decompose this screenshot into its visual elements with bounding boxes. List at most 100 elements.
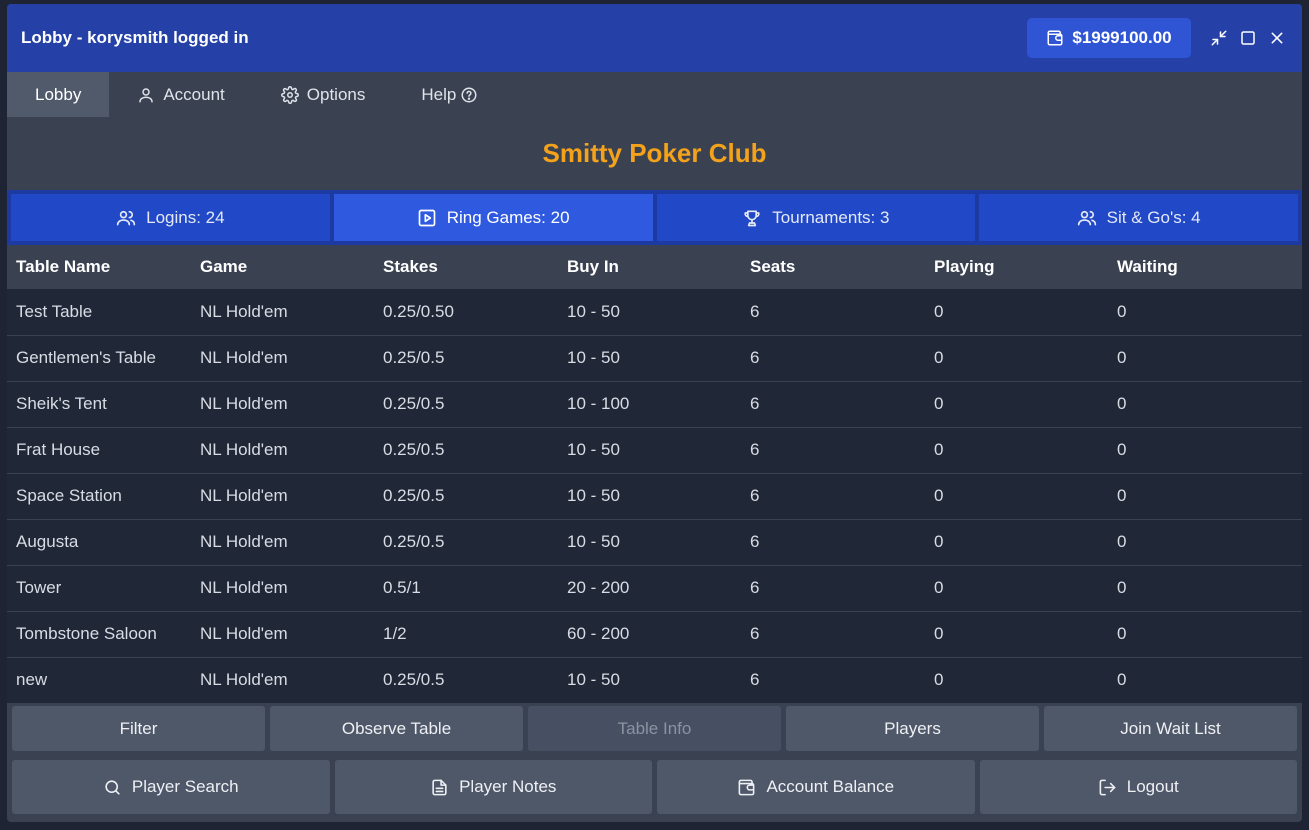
- play-icon: [417, 208, 437, 228]
- cell: 0: [934, 532, 944, 551]
- cell: 10 - 50: [567, 348, 620, 367]
- balance-button[interactable]: $1999100.00: [1027, 18, 1191, 58]
- cell: 0.25/0.5: [383, 348, 445, 367]
- menu-lobby-label: Lobby: [35, 84, 82, 104]
- filter-button[interactable]: Filter: [12, 706, 265, 751]
- menu-options-label: Options: [306, 84, 366, 104]
- cell: 6: [750, 440, 760, 459]
- tab-ring-games-label: Ring Games: 20: [446, 207, 570, 227]
- club-title: Smitty Poker Club: [542, 138, 767, 168]
- table-row[interactable]: Test Table NL Hold'em 0.25/0.50 10 - 50 6 0 0: [7, 289, 1302, 335]
- observe-table-button[interactable]: Observe Table: [270, 706, 523, 751]
- menu-lobby[interactable]: Lobby: [7, 72, 110, 117]
- cell: NL Hold'em: [200, 394, 288, 413]
- table-row[interactable]: Tombstone Saloon NL Hold'em 1/2 60 - 200 6 0 0: [7, 611, 1302, 657]
- join-wait-list-button[interactable]: Join Wait List: [1044, 706, 1297, 751]
- cell: new: [16, 670, 48, 689]
- cell: 0: [1117, 532, 1127, 551]
- wallet-icon: [1046, 29, 1064, 47]
- menu-options[interactable]: Options: [253, 72, 394, 117]
- users-icon: [1077, 208, 1097, 228]
- player-search-label: Player Search: [131, 777, 239, 796]
- header-stakes[interactable]: Stakes: [374, 245, 558, 289]
- tab-ring-games[interactable]: Ring Games: 20: [333, 194, 653, 241]
- account-balance-button[interactable]: Account Balance: [657, 760, 975, 814]
- cell: 0: [1117, 440, 1127, 459]
- minimize-icon[interactable]: [1207, 26, 1231, 50]
- cell: 0: [1117, 301, 1127, 321]
- cell: 60 - 200: [567, 624, 630, 643]
- player-search-button[interactable]: Player Search: [12, 760, 330, 814]
- table-row[interactable]: Sheik's Tent NL Hold'em 0.25/0.5 10 - 100 6 0…: [7, 381, 1302, 427]
- cell: 0.25/0.5: [383, 532, 445, 551]
- tab-logins[interactable]: Logins: 24: [11, 194, 330, 241]
- menu-help[interactable]: Help: [393, 72, 506, 117]
- logout-button[interactable]: Logout: [979, 760, 1297, 814]
- search-icon: [103, 778, 122, 797]
- menu-help-label: Help: [421, 84, 457, 104]
- player-notes-button[interactable]: Player Notes: [334, 760, 652, 814]
- cell: 6: [750, 394, 760, 413]
- tab-sit-and-gos-label: Sit & Go's: 4: [1106, 207, 1201, 227]
- maximize-icon[interactable]: [1236, 26, 1260, 50]
- cell: 0: [934, 486, 944, 505]
- header-seats[interactable]: Seats: [741, 245, 925, 289]
- logout-label: Logout: [1126, 777, 1179, 796]
- cell: 0.25/0.5: [383, 670, 445, 689]
- cell: 6: [750, 670, 760, 689]
- cell: Tower: [16, 578, 62, 597]
- logout-icon: [1098, 778, 1117, 797]
- cell: NL Hold'em: [200, 670, 288, 689]
- player-notes-label: Player Notes: [459, 777, 557, 796]
- table-info-button[interactable]: Table Info: [528, 706, 781, 751]
- cell: NL Hold'em: [200, 348, 288, 367]
- tab-tournaments-label: Tournaments: 3: [772, 207, 890, 227]
- table-row[interactable]: Augusta NL Hold'em 0.25/0.5 10 - 50 6 0 0: [7, 519, 1302, 565]
- table-row[interactable]: Space Station NL Hold'em 0.25/0.5 10 - 50 6 0…: [7, 473, 1302, 519]
- table-row[interactable]: Tower NL Hold'em 0.5/1 20 - 200 6 0 0: [7, 565, 1302, 611]
- header-game[interactable]: Game: [191, 245, 374, 289]
- cell: 0: [1117, 486, 1127, 505]
- cell: 0: [1117, 624, 1127, 643]
- cell: 0: [1117, 348, 1127, 367]
- tab-sit-and-gos[interactable]: Sit & Go's: 4: [979, 194, 1298, 241]
- lobby-window: Lobby - korysmith logged in $1999100.00 …: [7, 4, 1302, 822]
- cell: NL Hold'em: [200, 624, 288, 643]
- header-playing[interactable]: Playing: [925, 245, 1108, 289]
- cell: 0.25/0.50: [383, 301, 454, 321]
- close-icon[interactable]: [1265, 26, 1289, 50]
- user-icon: [137, 86, 155, 104]
- cell: Space Station: [16, 486, 122, 505]
- gear-icon: [280, 85, 299, 104]
- cell: NL Hold'em: [200, 578, 288, 597]
- menu-account-label: Account: [163, 84, 225, 104]
- cell: 6: [750, 486, 760, 505]
- cell: 0: [1117, 578, 1127, 597]
- cell: 0: [1117, 670, 1127, 689]
- cell: 10 - 50: [567, 301, 620, 321]
- header-buy-in[interactable]: Buy In: [558, 245, 741, 289]
- cell: 10 - 50: [567, 532, 620, 551]
- menu-account[interactable]: Account: [109, 72, 252, 117]
- table-actions: Filter Observe Table Table Info Players …: [7, 701, 1302, 756]
- cell: 10 - 50: [567, 440, 620, 459]
- table-row[interactable]: Gentlemen's Table NL Hold'em 0.25/0.5 10 - …: [7, 335, 1302, 381]
- players-button[interactable]: Players: [786, 706, 1039, 751]
- document-icon: [430, 778, 449, 797]
- table-row[interactable]: Frat House NL Hold'em 0.25/0.5 10 - 50 6 0 0: [7, 427, 1302, 473]
- cell: 0: [934, 301, 944, 321]
- account-balance-label: Account Balance: [766, 777, 895, 796]
- table-row[interactable]: new NL Hold'em 0.25/0.5 10 - 50 6 0 0: [7, 657, 1302, 703]
- cell: 10 - 50: [567, 670, 620, 689]
- cell: 0: [934, 670, 944, 689]
- tab-tournaments[interactable]: Tournaments: 3: [656, 194, 976, 241]
- cell: Test Table: [16, 301, 93, 321]
- cell: 6: [750, 624, 760, 643]
- account-actions: Player Search Player Notes Account Balan…: [7, 756, 1302, 822]
- cell: 6: [750, 348, 760, 367]
- header-waiting[interactable]: Waiting: [1108, 245, 1302, 289]
- cell: Sheik's Tent: [16, 394, 107, 413]
- menu-bar: Lobby Account Options Help: [7, 72, 1302, 117]
- header-table-name[interactable]: Table Name: [7, 245, 191, 289]
- cell: 0.5/1: [383, 578, 421, 597]
